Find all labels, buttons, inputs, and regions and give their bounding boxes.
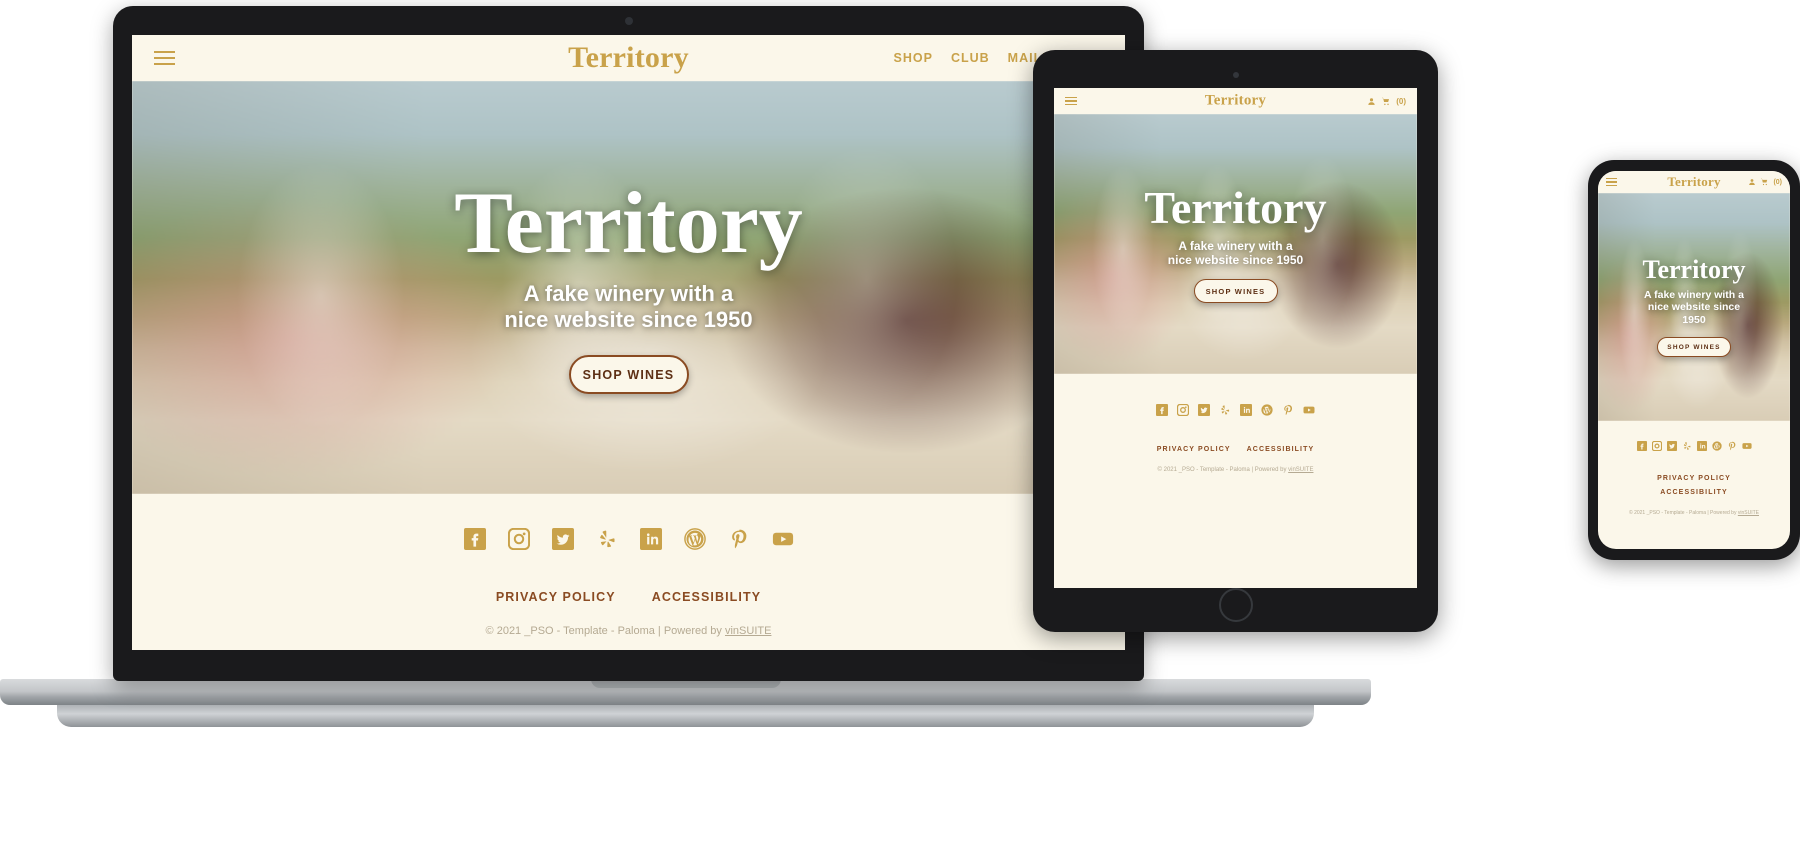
shop-wines-button[interactable]: SHOP WINES <box>1657 337 1731 358</box>
tablet-header-icons: (0) <box>1367 97 1406 106</box>
hero-title: Territory <box>1642 254 1746 284</box>
laptop-site-header: Territory SHOP CLUB MAILING LIST <box>132 35 1125 81</box>
footer-links: PRIVACY POLICY ACCESSIBILITY <box>1598 475 1790 496</box>
user-icon[interactable] <box>1748 178 1756 186</box>
hero-subtitle-line: A fake winery with a <box>1644 288 1744 301</box>
shop-wines-button[interactable]: SHOP WINES <box>568 355 689 395</box>
privacy-policy-link[interactable]: PRIVACY POLICY <box>496 590 616 604</box>
phone-screen: Territory (0) Territory A fake winery wi… <box>1598 171 1790 549</box>
accessibility-link[interactable]: ACCESSIBILITY <box>1660 489 1728 496</box>
cart-count[interactable]: (0) <box>1773 179 1782 186</box>
yelp-icon[interactable] <box>1682 441 1692 451</box>
hamburger-icon[interactable] <box>154 51 175 65</box>
pinterest-icon[interactable] <box>728 528 750 550</box>
privacy-policy-link[interactable]: PRIVACY POLICY <box>1157 446 1231 453</box>
phone-device: Territory (0) Territory A fake winery wi… <box>1588 160 1800 560</box>
phone-site-header: Territory (0) <box>1598 171 1790 193</box>
yelp-icon[interactable] <box>1219 404 1231 416</box>
wordpress-icon[interactable] <box>1711 441 1722 451</box>
social-links <box>1598 441 1790 451</box>
vinsuite-link[interactable]: vinSUITE <box>1288 467 1313 473</box>
hero-subtitle-line: A fake winery with a <box>523 281 734 307</box>
hero-subtitle-line: nice website since 1950 <box>1167 253 1304 267</box>
facebook-icon[interactable] <box>463 528 486 550</box>
twitter-icon[interactable] <box>1198 404 1210 416</box>
cart-icon[interactable] <box>1381 97 1391 106</box>
site-logo[interactable]: Territory <box>1205 93 1266 110</box>
site-logo[interactable]: Territory <box>568 41 689 75</box>
copyright-prefix: © 2021 _PSO - Template - Paloma | Powere… <box>1157 467 1289 473</box>
hero-subtitle-line: 1950 <box>1682 313 1706 326</box>
hero-subtitle: A fake winery with a nice website since … <box>1644 289 1744 326</box>
hamburger-icon[interactable] <box>1606 177 1617 187</box>
privacy-policy-link[interactable]: PRIVACY POLICY <box>1657 475 1731 482</box>
cart-count[interactable]: (0) <box>1396 97 1406 106</box>
yelp-icon[interactable] <box>596 528 618 550</box>
copyright-text: © 2021 _PSO - Template - Paloma | Powere… <box>1598 510 1790 516</box>
hero-section: Territory A fake winery with a nice webs… <box>1598 193 1790 421</box>
facebook-icon[interactable] <box>1156 404 1168 416</box>
instagram-icon[interactable] <box>1651 441 1662 451</box>
pinterest-icon[interactable] <box>1727 441 1737 451</box>
pinterest-icon[interactable] <box>1282 404 1294 416</box>
instagram-icon[interactable] <box>1177 404 1189 416</box>
nav-item-shop[interactable]: SHOP <box>894 51 933 65</box>
vinsuite-link[interactable]: vinSUITE <box>1738 510 1759 516</box>
shop-wines-button[interactable]: SHOP WINES <box>1193 279 1278 304</box>
user-icon[interactable] <box>1367 97 1376 106</box>
hero-title: Territory <box>1144 181 1327 233</box>
wordpress-icon[interactable] <box>1261 404 1273 416</box>
cart-icon[interactable] <box>1760 178 1769 186</box>
linkedin-icon[interactable] <box>639 528 662 550</box>
hero-subtitle-line: A fake winery with a <box>1178 238 1293 253</box>
linkedin-icon[interactable] <box>1696 441 1707 451</box>
tablet-screen: Territory (0) Territory A fake winery wi… <box>1054 88 1417 588</box>
hero-subtitle: A fake winery with a nice website since … <box>504 281 752 333</box>
accessibility-link[interactable]: ACCESSIBILITY <box>652 590 761 604</box>
vinsuite-link[interactable]: vinSUITE <box>725 625 771 637</box>
youtube-icon[interactable] <box>1303 404 1315 416</box>
tablet-device: Territory (0) Territory A fake winery wi… <box>1033 50 1438 632</box>
linkedin-icon[interactable] <box>1240 404 1252 416</box>
hero-title: Territory <box>454 174 803 272</box>
site-logo[interactable]: Territory <box>1667 174 1720 190</box>
phone-header-icons: (0) <box>1748 178 1782 186</box>
laptop-screen: Territory SHOP CLUB MAILING LIST Territo… <box>132 35 1125 650</box>
twitter-icon[interactable] <box>1666 441 1677 451</box>
facebook-icon[interactable] <box>1636 441 1647 451</box>
responsive-device-mockup: Territory SHOP CLUB MAILING LIST Territo… <box>0 0 1800 861</box>
laptop-base-foot <box>57 705 1314 727</box>
hero-subtitle-line: nice website since <box>1647 301 1741 314</box>
accessibility-link[interactable]: ACCESSIBILITY <box>1247 446 1315 453</box>
site-footer: PRIVACY POLICY ACCESSIBILITY © 2021 _PSO… <box>1598 421 1790 516</box>
laptop-lid: Territory SHOP CLUB MAILING LIST Territo… <box>113 6 1144 681</box>
copyright-text: © 2021 _PSO - Template - Paloma | Powere… <box>132 625 1125 637</box>
hero-subtitle: A fake winery with a nice website since … <box>1168 239 1303 267</box>
youtube-icon[interactable] <box>1741 441 1752 451</box>
copyright-prefix: © 2021 _PSO - Template - Paloma | Powere… <box>1629 510 1738 516</box>
tablet-home-button[interactable] <box>1218 588 1253 622</box>
footer-links: PRIVACY POLICY ACCESSIBILITY <box>132 590 1125 604</box>
tablet-camera-icon <box>1232 72 1239 78</box>
copyright-prefix: © 2021 _PSO - Template - Paloma | Powere… <box>485 625 725 637</box>
social-links <box>132 528 1125 550</box>
youtube-icon[interactable] <box>772 528 794 550</box>
wordpress-icon[interactable] <box>683 528 706 550</box>
nav-item-club[interactable]: CLUB <box>951 51 990 65</box>
hero-section: Territory A fake winery with a nice webs… <box>132 81 1125 494</box>
hero-subtitle-line: nice website since 1950 <box>504 307 753 333</box>
site-footer: PRIVACY POLICY ACCESSIBILITY © 2021 _PSO… <box>132 494 1125 637</box>
instagram-icon[interactable] <box>507 528 530 550</box>
twitter-icon[interactable] <box>551 528 574 550</box>
laptop-camera-icon <box>624 17 633 25</box>
hero-section: Territory A fake winery with a nice webs… <box>1054 114 1417 374</box>
